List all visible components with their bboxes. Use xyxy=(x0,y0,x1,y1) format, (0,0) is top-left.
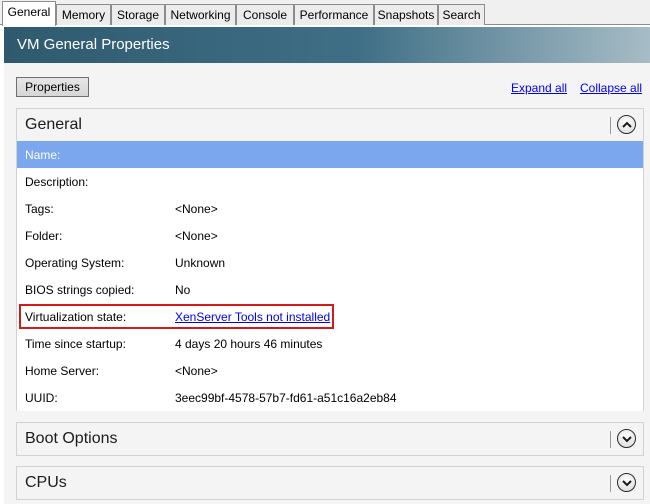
property-label: Folder: xyxy=(25,229,63,243)
property-value: No xyxy=(175,283,191,297)
property-value: <None> xyxy=(175,229,218,243)
property-row-bios-strings[interactable]: BIOS strings copied: No xyxy=(17,276,643,303)
boot-options-section-title: Boot Options xyxy=(25,430,118,447)
property-label: Virtualization state: xyxy=(25,310,127,324)
property-row-operating-system[interactable]: Operating System: Unknown xyxy=(17,249,643,276)
property-row-description[interactable]: Description: xyxy=(17,168,643,195)
property-row-uuid[interactable]: UUID: 3eec99bf-4578-57b7-fd61-a51c16a2eb… xyxy=(17,384,643,411)
property-label: UUID: xyxy=(25,391,58,405)
expand-all-link[interactable]: Expand all xyxy=(511,81,567,95)
tab-strip: General Memory Storage Networking Consol… xyxy=(0,0,650,26)
property-row-tags[interactable]: Tags: <None> xyxy=(17,195,643,222)
property-row-time-since-startup[interactable]: Time since startup: 4 days 20 hours 46 m… xyxy=(17,330,643,357)
property-label: Description: xyxy=(25,175,89,189)
page-title: VM General Properties xyxy=(4,27,650,63)
property-row-folder[interactable]: Folder: <None> xyxy=(17,222,643,249)
tab-console[interactable]: Console xyxy=(236,4,294,25)
property-value: 3eec99bf-4578-57b7-fd61-a51c16a2eb84 xyxy=(175,391,397,405)
section-divider xyxy=(610,431,611,448)
property-value: Unknown xyxy=(175,256,226,270)
chevron-down-icon[interactable] xyxy=(617,473,636,492)
chevron-down-icon[interactable] xyxy=(617,429,636,448)
property-label: Operating System: xyxy=(25,256,125,270)
tab-search[interactable]: Search xyxy=(438,4,485,25)
section-divider xyxy=(610,117,611,134)
property-value: <None> xyxy=(175,202,218,216)
property-value: 4 days 20 hours 46 minutes xyxy=(175,337,323,351)
property-label: Time since startup: xyxy=(25,337,126,351)
general-section-header[interactable]: General xyxy=(17,109,643,141)
cpus-section-title: CPUs xyxy=(25,474,67,491)
tab-networking[interactable]: Networking xyxy=(165,4,236,25)
property-row-virtualization-state[interactable]: Virtualization state: XenServer Tools no… xyxy=(17,303,643,330)
property-label: Home Server: xyxy=(25,364,100,378)
general-section-title: General xyxy=(25,116,82,133)
tools-not-installed-link[interactable]: XenServer Tools not installed xyxy=(175,310,330,324)
property-row-home-server[interactable]: Home Server: <None> xyxy=(17,357,643,384)
general-properties-list: Name: Description: Tags: <None> Folder: … xyxy=(17,141,643,411)
chevron-up-icon[interactable] xyxy=(617,115,636,134)
boot-options-section-header[interactable]: Boot Options xyxy=(17,423,643,455)
property-value: <None> xyxy=(175,364,218,378)
tab-memory[interactable]: Memory xyxy=(56,4,111,25)
cpus-section-header[interactable]: CPUs xyxy=(17,467,643,499)
cpus-section: CPUs xyxy=(16,466,644,500)
property-row-name[interactable]: Name: xyxy=(17,141,643,168)
property-label: BIOS strings copied: xyxy=(25,283,135,297)
tab-performance[interactable]: Performance xyxy=(294,4,374,25)
boot-options-section: Boot Options xyxy=(16,422,644,456)
general-section: General Name: Description: Tags: <None> … xyxy=(16,108,644,411)
properties-button[interactable]: Properties xyxy=(16,77,89,97)
tab-general[interactable]: General xyxy=(2,1,56,26)
tab-storage[interactable]: Storage xyxy=(111,4,165,25)
property-label: Tags: xyxy=(25,202,54,216)
collapse-all-link[interactable]: Collapse all xyxy=(580,81,642,95)
section-divider xyxy=(610,475,611,492)
tab-snapshots[interactable]: Snapshots xyxy=(374,4,438,25)
property-label: Name: xyxy=(25,148,61,162)
